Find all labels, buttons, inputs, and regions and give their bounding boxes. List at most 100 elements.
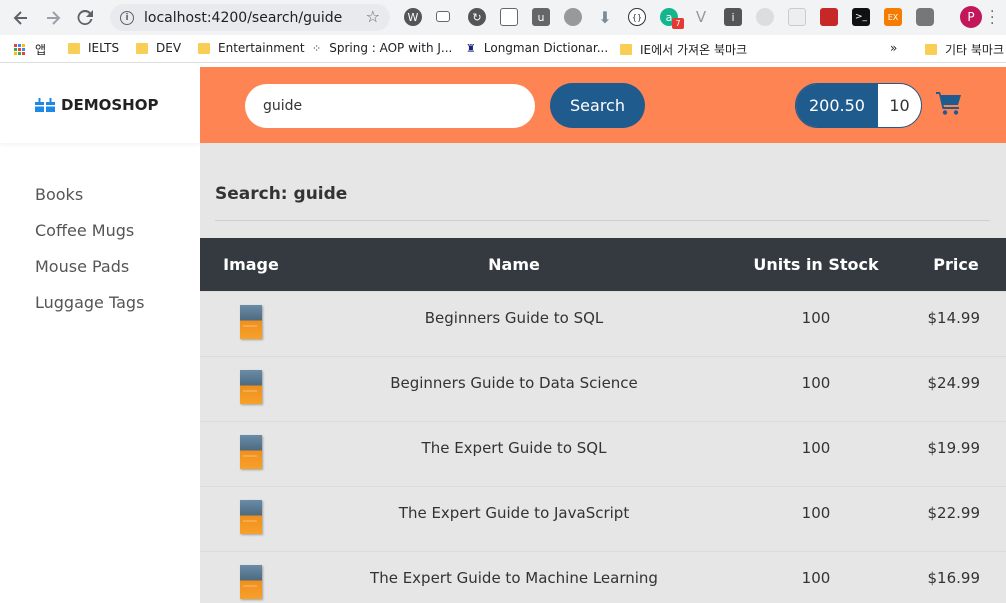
product-name[interactable]: The Expert Guide to SQL <box>302 421 726 486</box>
product-thumbnail[interactable] <box>240 564 262 599</box>
folder-icon <box>136 42 148 54</box>
product-image-cell <box>200 356 302 421</box>
divider <box>215 220 990 221</box>
bookmark-label: Entertainment <box>218 41 305 55</box>
brand[interactable]: DEMOSHOP <box>0 67 200 143</box>
results-table: Image Name Units in Stock Price Beginner… <box>200 238 1006 603</box>
download-extension-icon[interactable]: ⬇ <box>596 8 614 27</box>
sidebar-item-mouse-pads[interactable]: Mouse Pads <box>0 255 200 291</box>
bookmark-label: Longman Dictionar... <box>483 41 609 55</box>
product-thumbnail[interactable] <box>240 434 262 469</box>
terminal-extension-icon[interactable]: >_ <box>852 8 870 26</box>
window-extension-icon[interactable] <box>436 11 450 22</box>
column-header-stock: Units in Stock <box>753 254 879 274</box>
product-stock: 100 <box>801 438 831 457</box>
spring-icon: ⁘ <box>312 41 322 55</box>
product-name[interactable]: Beginners Guide to Data Science <box>302 356 726 421</box>
sync-extension-icon[interactable]: ↻ <box>468 8 486 26</box>
info-extension-icon[interactable]: i <box>724 8 742 26</box>
table-row[interactable]: The Expert Guide to Machine Learning 100… <box>200 551 1006 603</box>
product-stock: 100 <box>801 568 831 587</box>
table-row[interactable]: Beginners Guide to Data Science 100 $24.… <box>200 356 1006 421</box>
reload-icon[interactable] <box>74 7 96 29</box>
product-price: $22.99 <box>927 503 981 522</box>
category-nav: Books Coffee Mugs Mouse Pads Luggage Tag… <box>0 143 200 327</box>
shopping-cart-icon[interactable] <box>936 91 962 115</box>
bookmark-label: 기타 북마크 <box>945 43 1005 57</box>
address-bar[interactable]: i localhost:4200/search/guide ☆ <box>110 4 390 31</box>
longman-icon: ♜ <box>466 41 476 55</box>
bookmark-other[interactable]: 기타 북마크 <box>925 41 1004 58</box>
search-input[interactable] <box>245 84 535 128</box>
bookmark-label: IELTS <box>88 41 120 55</box>
folder-icon <box>198 42 210 54</box>
product-price: $19.99 <box>927 438 981 457</box>
product-stock: 100 <box>801 373 831 392</box>
sidebar-item-coffee-mugs[interactable]: Coffee Mugs <box>0 219 200 255</box>
page-title: Search: guide <box>215 184 348 204</box>
table-row[interactable]: The Expert Guide to JavaScript 100 $22.9… <box>200 486 1006 551</box>
column-header-image: Image <box>223 254 279 274</box>
globe-extension-icon[interactable] <box>564 8 582 26</box>
cart-total-price: 200.50 <box>796 84 878 127</box>
product-price: $14.99 <box>927 308 981 327</box>
search-button[interactable]: Search <box>550 83 645 128</box>
app: DEMOSHOP Books Coffee Mugs Mouse Pads Lu… <box>0 67 1006 603</box>
bookmark-label: 앱 <box>35 43 47 57</box>
bookmark-overflow[interactable]: » <box>890 41 897 55</box>
product-thumbnail[interactable] <box>240 499 262 534</box>
apps-grid-icon <box>14 44 25 55</box>
ex-extension-icon[interactable]: EX <box>884 8 902 26</box>
folder-icon <box>925 44 937 55</box>
column-header-price: Price <box>933 254 979 274</box>
browser-menu-icon[interactable]: · · · <box>990 5 994 31</box>
product-thumbnail[interactable] <box>240 369 262 404</box>
wordpress-extension-icon[interactable]: W <box>404 8 422 26</box>
folder-icon <box>620 44 632 55</box>
bookmark-longman[interactable]: ♜ Longman Dictionar... <box>466 41 608 55</box>
forward-arrow-icon[interactable] <box>42 7 64 29</box>
cart-status[interactable]: 200.50 10 <box>795 83 922 128</box>
brand-name: DEMOSHOP <box>61 96 159 114</box>
bookmark-apps[interactable]: 앱 <box>14 41 46 58</box>
product-image-cell <box>200 421 302 486</box>
product-image-cell <box>200 486 302 551</box>
react-extension-icon[interactable] <box>788 8 806 26</box>
ublock-extension-icon[interactable]: u <box>532 8 550 26</box>
product-name[interactable]: The Expert Guide to JavaScript <box>302 486 726 551</box>
product-thumbnail[interactable] <box>240 304 262 339</box>
folder-icon <box>68 42 80 54</box>
sidebar-item-books[interactable]: Books <box>0 183 200 219</box>
bookmarks-bar: 앱 IELTS DEV Entertainment ⁘ Spring : AOP… <box>0 35 1006 63</box>
vue-extension-icon[interactable]: V <box>692 8 710 26</box>
bookmark-star-icon[interactable]: ☆ <box>366 7 380 26</box>
sidebar-item-luggage-tags[interactable]: Luggage Tags <box>0 291 200 327</box>
back-arrow-icon[interactable] <box>10 7 32 29</box>
bookmark-ie-imported[interactable]: IE에서 가져온 북마크 <box>620 41 747 58</box>
site-info-icon[interactable]: i <box>120 10 134 25</box>
overflow-chevron-icon: » <box>890 41 898 55</box>
cube-extension-icon[interactable] <box>916 8 934 26</box>
code-extension-icon[interactable]: {} <box>628 8 646 26</box>
column-header-name: Name <box>488 254 540 274</box>
bookmark-entertainment[interactable]: Entertainment <box>198 41 305 55</box>
bookmark-label: Spring : AOP with J... <box>329 41 453 55</box>
main-content: Search: guide Image Name Units in Stock … <box>200 143 1006 603</box>
pocket-extension-icon[interactable] <box>500 8 518 26</box>
table-row[interactable]: Beginners Guide to SQL 100 $14.99 <box>200 291 1006 356</box>
bookmark-spring[interactable]: ⁘ Spring : AOP with J... <box>312 41 452 55</box>
table-header-row: Image Name Units in Stock Price <box>200 238 1006 291</box>
bookmark-ielts[interactable]: IELTS <box>68 41 119 55</box>
address-url: localhost:4200/search/guide <box>144 9 343 26</box>
product-name[interactable]: Beginners Guide to SQL <box>302 291 726 356</box>
table-row[interactable]: The Expert Guide to SQL 100 $19.99 <box>200 421 1006 486</box>
profile-avatar[interactable]: P <box>960 6 982 28</box>
product-image-cell <box>200 291 302 356</box>
gift-shop-icon <box>35 98 55 112</box>
product-price: $16.99 <box>927 568 981 587</box>
book-extension-icon[interactable] <box>820 8 838 26</box>
product-name[interactable]: The Expert Guide to Machine Learning <box>302 551 726 603</box>
bookmark-dev[interactable]: DEV <box>136 41 181 55</box>
product-image-cell <box>200 551 302 603</box>
pointer-extension-icon[interactable] <box>756 8 774 26</box>
